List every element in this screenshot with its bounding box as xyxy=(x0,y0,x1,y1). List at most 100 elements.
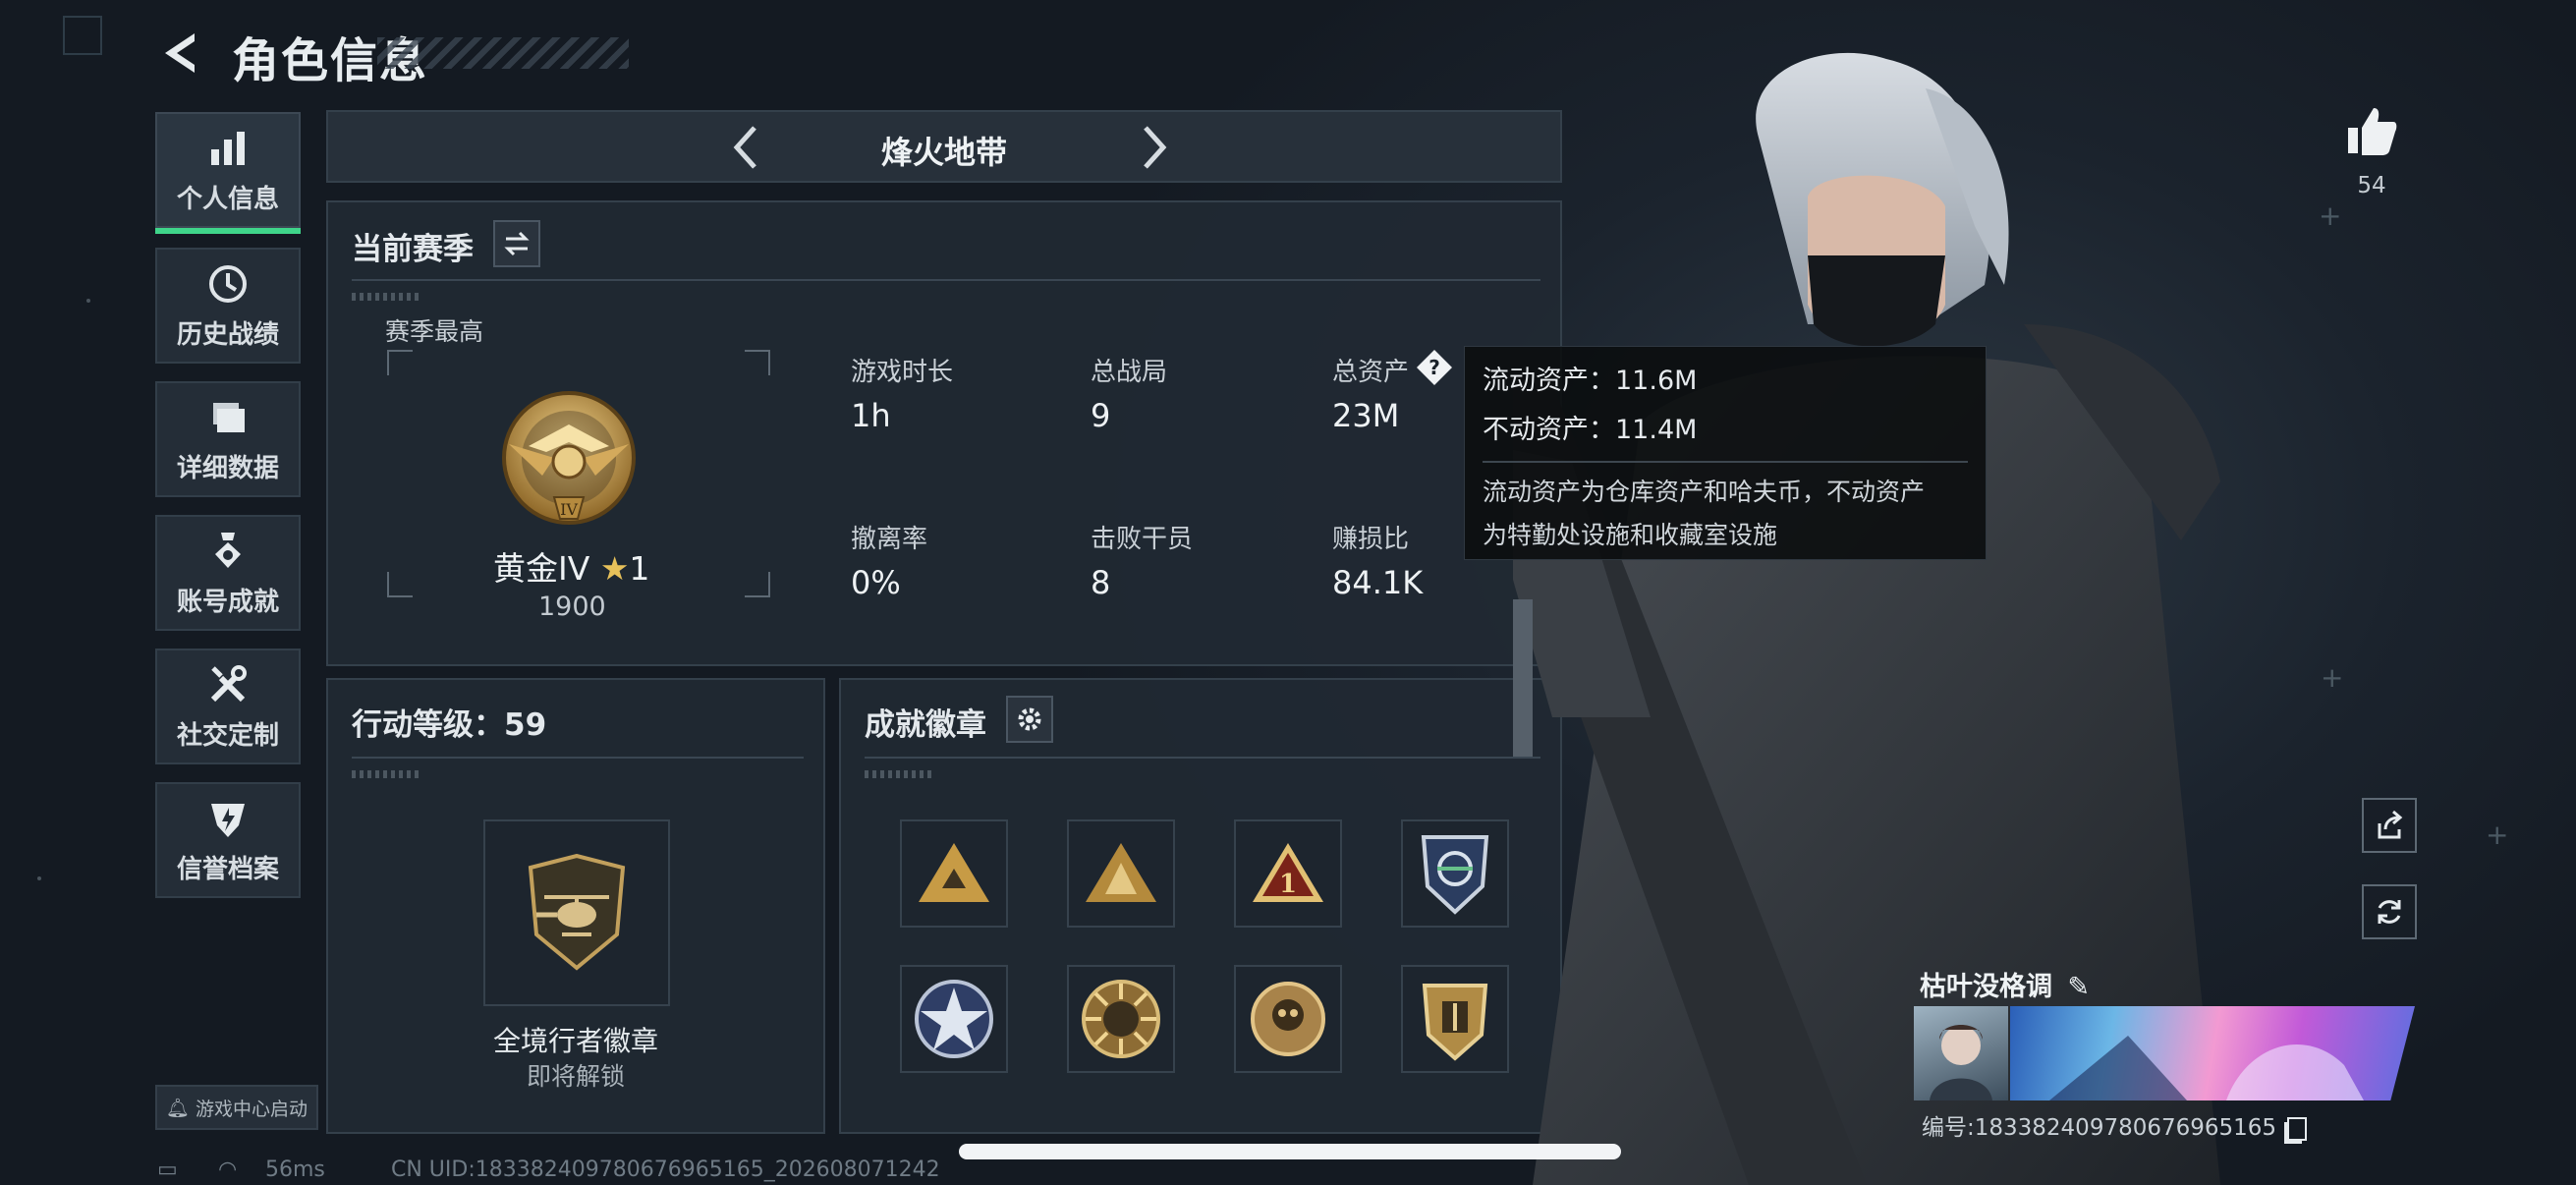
history-icon xyxy=(209,264,247,303)
player-banner[interactable] xyxy=(2010,1006,2415,1100)
refresh-icon xyxy=(2378,900,2401,924)
player-id-row: 编号:18338240978067696516​5 xyxy=(1922,1108,2308,1142)
star-badge-icon xyxy=(915,980,993,1058)
tooltip-divider xyxy=(1483,461,1968,463)
achievement-badge[interactable] xyxy=(1401,819,1509,928)
bracket xyxy=(745,572,770,597)
decor-dot xyxy=(37,876,41,880)
achievement-badge[interactable] xyxy=(1401,965,1509,1073)
tooltip-fixed-assets: 不动资产：11.4M xyxy=(1483,415,1698,445)
stat-value: 84.1K xyxy=(1332,564,1424,601)
sidebar-item-personal-info[interactable]: 个人信息 xyxy=(155,112,301,234)
achievement-badge[interactable] xyxy=(1067,819,1175,928)
action-level-badge[interactable] xyxy=(483,819,670,1006)
title-decor xyxy=(377,37,629,69)
badge-name: 全境行者徽章 xyxy=(492,1025,658,1057)
svg-text:IV: IV xyxy=(560,500,578,519)
gold-rank-emblem-icon: IV xyxy=(502,391,636,525)
achievements-panel: 成就徽章 1 xyxy=(839,678,1562,1134)
decor-stripe xyxy=(352,293,420,301)
back-arrow-icon[interactable] xyxy=(155,28,202,79)
rank-name: 黄金IV xyxy=(493,549,590,588)
sidebar-item-label: 信誉档案 xyxy=(176,854,279,884)
bracket xyxy=(387,572,413,597)
stat-label: 赚损比 xyxy=(1332,525,1410,554)
share-button[interactable] xyxy=(2362,798,2417,853)
rank-score: 1900 xyxy=(538,592,606,622)
achievements-settings-button[interactable] xyxy=(1006,696,1053,743)
shield-flash-icon xyxy=(211,803,245,837)
game-center-button[interactable]: 🔔︎ 游戏中心启动 xyxy=(155,1085,318,1130)
season-best-label: 赛季最高 xyxy=(385,317,484,346)
decor-stripe xyxy=(352,770,420,778)
stat-label: 总资产 xyxy=(1332,358,1410,387)
achievement-badge[interactable] xyxy=(1234,965,1342,1073)
share-icon xyxy=(2378,810,2403,839)
svg-text:1: 1 xyxy=(1279,870,1297,899)
game-center-label: 游戏中心启动 xyxy=(196,1098,308,1120)
sun-badge-icon xyxy=(1082,980,1160,1058)
tools-icon xyxy=(210,664,247,702)
decor-cross: + xyxy=(2321,661,2344,694)
tooltip-description: 为特勤处设施和收藏室设施 xyxy=(1483,521,1778,549)
folder-icon xyxy=(213,402,245,432)
player-name-row: 枯叶没格调 ✎ xyxy=(1920,965,2090,1003)
edit-icon[interactable]: ✎ xyxy=(2067,972,2090,1002)
star-icon: ★ xyxy=(599,549,630,588)
achievement-badge[interactable] xyxy=(1067,965,1175,1073)
thumbs-up-icon[interactable] xyxy=(2344,104,2399,159)
sidebar-item-details[interactable]: 详细数据 xyxy=(155,381,301,497)
tooltip-description: 流动资产为仓库资产和哈夫币，不动资产 xyxy=(1483,478,1926,506)
sidebar-item-social[interactable]: 社交定制 xyxy=(155,649,301,764)
divider xyxy=(352,757,804,759)
like-count: 54 xyxy=(2357,173,2386,198)
achievement-badge[interactable]: 1 xyxy=(1234,819,1342,928)
skull-badge-icon xyxy=(1251,982,1325,1056)
sidebar-item-history[interactable]: 历史战绩 xyxy=(155,248,301,364)
action-level-title: 行动等级：59 xyxy=(352,707,547,743)
copy-icon[interactable] xyxy=(2287,1116,2308,1141)
swap-icon xyxy=(504,231,530,256)
assets-tooltip: 流动资产：11.6M 不动资产：11.4M 流动资产为仓库资产和哈夫币，不动资产… xyxy=(1464,346,1987,560)
home-indicator[interactable] xyxy=(959,1144,1621,1159)
divider xyxy=(865,757,1540,759)
number-one-badge-icon: 1 xyxy=(1253,843,1323,902)
sidebar-item-reputation[interactable]: 信誉档案 xyxy=(155,782,301,898)
triangle-badge-icon xyxy=(919,843,989,902)
chevron-right-icon[interactable] xyxy=(1130,122,1177,173)
sidebar-item-achievements[interactable]: 账号成就 xyxy=(155,515,301,631)
player-avatar[interactable] xyxy=(1914,1006,2008,1100)
gear-icon xyxy=(1018,707,1041,731)
switch-season-button[interactable] xyxy=(493,220,540,267)
achievement-badge[interactable] xyxy=(900,819,1008,928)
mode-selector: 烽火地带 xyxy=(326,110,1562,183)
shield-badge-icon xyxy=(1422,984,1488,1061)
bell-icon: 🔔︎ xyxy=(165,1097,191,1119)
bracket xyxy=(387,350,413,375)
tooltip-liquid-assets: 流动资产：11.6M xyxy=(1483,366,1698,396)
season-panel: 当前赛季 赛季最高 IV 黄金IV ★1 1900 游戏时长 1h 总战局 9 … xyxy=(326,200,1562,666)
stat-value: 9 xyxy=(1091,397,1111,434)
help-icon[interactable]: ? xyxy=(1415,348,1454,387)
banner-art xyxy=(2049,1036,2364,1100)
stat-label: 游戏时长 xyxy=(851,358,954,387)
decor-cross: + xyxy=(2319,199,2342,232)
battery-icon: ▭ xyxy=(157,1157,178,1182)
stat-value: 0% xyxy=(851,564,901,601)
sidebar-item-label: 社交定制 xyxy=(176,720,279,751)
achievement-badge[interactable] xyxy=(900,965,1008,1073)
decor-frame xyxy=(63,16,102,55)
stat-label: 击败干员 xyxy=(1091,525,1194,554)
stat-value: 8 xyxy=(1091,564,1111,601)
ping-value: 56ms xyxy=(265,1157,325,1182)
decor-dot xyxy=(86,299,90,303)
sidebar-item-label: 历史战绩 xyxy=(176,319,279,350)
refresh-button[interactable] xyxy=(2362,884,2417,939)
season-title: 当前赛季 xyxy=(352,232,474,267)
medal-icon xyxy=(215,532,241,568)
sidebar-item-label: 账号成就 xyxy=(176,587,279,617)
sidebar-item-label: 个人信息 xyxy=(176,184,279,214)
avatar-image xyxy=(1930,1025,1992,1100)
stat-label: 总战局 xyxy=(1091,358,1168,387)
decor-cross: + xyxy=(2486,818,2509,851)
